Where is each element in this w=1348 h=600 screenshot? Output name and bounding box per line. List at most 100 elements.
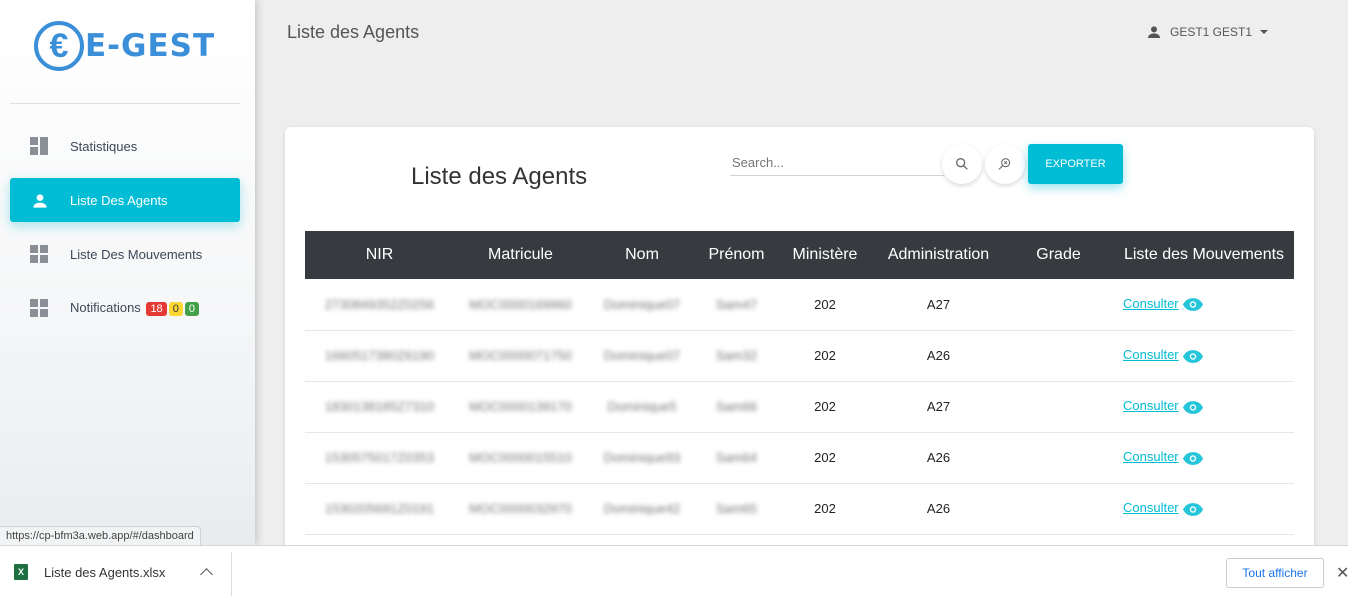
cell-matricule: MOC0000032970 xyxy=(469,501,572,516)
cell-ministere: 202 xyxy=(814,450,836,465)
cell-nom: Dominique07 xyxy=(603,296,681,312)
notifications-label-group: Notifications 18 0 0 xyxy=(70,300,199,316)
person-icon xyxy=(33,194,47,208)
cell-grade xyxy=(1003,381,1114,432)
dashboard-icon xyxy=(30,245,50,265)
close-icon[interactable]: ✕ xyxy=(1336,563,1348,583)
cell-grade xyxy=(1003,330,1114,381)
notification-badge-red: 18 xyxy=(146,302,167,316)
sidebar-item-notifications[interactable]: Notifications 18 0 0 xyxy=(10,286,240,330)
cell-administration: A26 xyxy=(926,348,951,363)
download-filename: Liste des Agents.xlsx xyxy=(44,564,166,580)
cell-ministere: 202 xyxy=(814,348,836,363)
cell-mouvements: Consulter xyxy=(1114,330,1294,381)
page-title: Liste des Agents xyxy=(287,22,420,42)
person-icon xyxy=(1148,26,1160,38)
sidebar-item-statistiques[interactable]: Statistiques xyxy=(10,124,240,168)
sidebar-item-liste-des-agents[interactable]: Liste Des Agents xyxy=(10,178,240,222)
consulter-label: Consulter xyxy=(1123,398,1179,414)
table-row: 1830138185Z7310 MOC0000139170 Dominique5… xyxy=(305,381,1294,432)
eye-icon xyxy=(1182,451,1203,465)
cell-nom: Dominique42 xyxy=(603,501,681,516)
consulter-label: Consulter xyxy=(1123,449,1179,465)
search-off-icon xyxy=(998,158,1011,170)
consulter-link[interactable]: Consulter xyxy=(1123,347,1204,362)
cell-administration: A27 xyxy=(926,296,951,312)
download-item[interactable]: X Liste des Agents.xlsx xyxy=(14,564,165,580)
cell-nir: 2730849352Z0256 xyxy=(324,296,435,312)
download-bar: X Liste des Agents.xlsx Tout afficher ✕ xyxy=(0,545,1348,600)
app-logo[interactable]: € E-GEST xyxy=(34,21,215,71)
table-row: 1660517380Z6190 MOC0000071750 Dominique0… xyxy=(305,330,1294,381)
consulter-label: Consulter xyxy=(1123,500,1179,516)
cell-ministere: 202 xyxy=(814,501,836,516)
column-header-prenom[interactable]: Prénom xyxy=(697,231,776,279)
notification-badge-yellow: 0 xyxy=(168,302,183,316)
column-header-administration[interactable]: Administration xyxy=(874,231,1003,279)
column-header-ministere[interactable]: Ministère xyxy=(776,231,874,279)
cell-grade xyxy=(1003,483,1114,534)
download-separator xyxy=(231,552,232,596)
cell-prenom: Sam47 xyxy=(715,296,758,312)
cell-ministere: 202 xyxy=(814,399,836,414)
status-url-tooltip: https://cp-bfm3a.web.app/#/dashboard xyxy=(0,526,201,546)
sidebar-item-liste-des-mouvements[interactable]: Liste Des Mouvements xyxy=(10,232,240,276)
consulter-link[interactable]: Consulter xyxy=(1123,449,1204,464)
cell-matricule: MOC0000139170 xyxy=(469,399,572,414)
sidebar-item-label: Statistiques xyxy=(70,138,138,154)
user-menu[interactable]: GEST1 GEST1 xyxy=(1146,24,1269,40)
table-row: 1530575017Z0353 MOC0000015510 Dominique9… xyxy=(305,432,1294,483)
sidebar-divider xyxy=(10,103,240,104)
cell-prenom: Sam32 xyxy=(715,348,758,363)
consulter-label: Consulter xyxy=(1123,347,1179,363)
sidebar-item-label: Liste Des Agents xyxy=(70,192,168,208)
cell-nom: Dominique5 xyxy=(607,399,677,414)
column-header-mouvements: Liste des Mouvements xyxy=(1123,246,1285,263)
cell-matricule: MOC0000071750 xyxy=(469,348,572,363)
cell-prenom: Sam65 xyxy=(715,501,758,516)
cell-mouvements: Consulter xyxy=(1114,483,1294,534)
sidebar-item-label: Liste Des Mouvements xyxy=(70,246,203,262)
cell-nom: Dominique93 xyxy=(603,450,681,465)
show-all-downloads-button[interactable]: Tout afficher xyxy=(1226,558,1324,588)
export-button[interactable]: EXPORTER xyxy=(1028,144,1123,184)
consulter-link[interactable]: Consulter xyxy=(1123,296,1204,311)
cell-prenom: Sam66 xyxy=(715,399,758,414)
column-header-grade[interactable]: Grade xyxy=(1003,231,1114,279)
user-name: GEST1 GEST1 xyxy=(1170,25,1253,39)
cell-grade xyxy=(1003,279,1114,330)
consulter-link[interactable]: Consulter xyxy=(1123,398,1204,413)
excel-file-icon: X xyxy=(14,564,28,580)
cell-nir: 1660517380Z6190 xyxy=(324,348,435,363)
table-body: 2730849352Z0256 MOC0000169960 Dominique0… xyxy=(305,279,1294,534)
notification-badge-green: 0 xyxy=(184,302,199,316)
cell-administration: A26 xyxy=(926,501,951,516)
card-title: Liste des Agents xyxy=(411,163,588,190)
eye-icon xyxy=(1182,400,1203,414)
logo-text: E-GEST xyxy=(85,28,216,64)
cell-nir: 1530205691Z0191 xyxy=(324,501,435,516)
cell-ministere: 202 xyxy=(814,296,836,312)
cell-nom: Dominique07 xyxy=(603,348,681,363)
cell-mouvements: Consulter xyxy=(1114,279,1294,330)
column-header-matricule[interactable]: Matricule xyxy=(454,231,587,279)
eye-icon xyxy=(1182,298,1203,312)
agents-table: NIR Matricule Nom Prénom Ministère Admin… xyxy=(305,231,1294,535)
column-header-nom[interactable]: Nom xyxy=(587,231,697,279)
cell-administration: A26 xyxy=(926,450,951,465)
search-input[interactable] xyxy=(730,149,944,176)
euro-logo-icon: € xyxy=(34,21,84,71)
consulter-link[interactable]: Consulter xyxy=(1123,500,1204,515)
sidebar-item-label: Notifications xyxy=(70,300,141,315)
consulter-label: Consulter xyxy=(1123,296,1179,312)
chevron-up-icon[interactable] xyxy=(200,568,213,581)
table-row: 1530205691Z0191 MOC0000032970 Dominique4… xyxy=(305,483,1294,534)
cell-administration: A27 xyxy=(926,399,951,414)
chevron-down-icon xyxy=(1260,30,1269,34)
cell-nir: 1530575017Z0353 xyxy=(324,450,435,465)
column-header-nir[interactable]: NIR xyxy=(305,231,454,279)
clear-search-button[interactable] xyxy=(985,144,1025,184)
dashboard-icon xyxy=(30,299,50,319)
search-button[interactable] xyxy=(942,144,982,184)
table-row: 2730849352Z0256 MOC0000169960 Dominique0… xyxy=(305,279,1294,330)
